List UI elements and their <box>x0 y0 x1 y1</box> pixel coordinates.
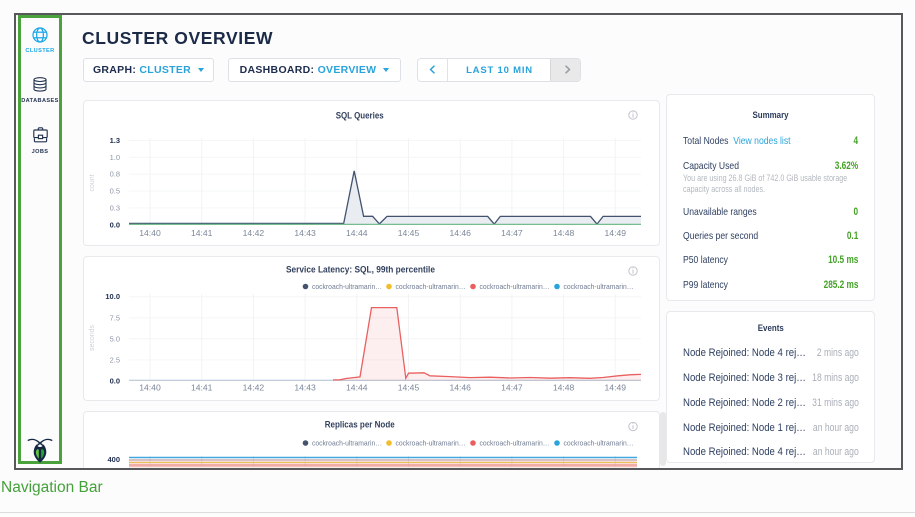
svg-text:14:48: 14:48 <box>553 228 575 238</box>
svg-text:cockroach-ultramarin…: cockroach-ultramarin… <box>564 439 634 448</box>
svg-text:14:44: 14:44 <box>346 228 368 238</box>
svg-text:14:42: 14:42 <box>243 383 265 393</box>
svg-text:14:40: 14:40 <box>139 383 161 393</box>
svg-text:cockroach-ultramarin…: cockroach-ultramarin… <box>480 282 550 291</box>
svg-text:10.0: 10.0 <box>105 292 120 301</box>
svg-text:14:44: 14:44 <box>346 383 368 393</box>
svg-text:cockroach-ultramarin…: cockroach-ultramarin… <box>564 282 634 291</box>
svg-text:14:49: 14:49 <box>605 228 627 238</box>
svg-text:14:48: 14:48 <box>553 383 575 393</box>
svg-text:0.0: 0.0 <box>110 220 120 229</box>
svg-text:cockroach-ultramarin…: cockroach-ultramarin… <box>396 439 466 448</box>
svg-text:0.8: 0.8 <box>110 170 120 179</box>
svg-text:14:46: 14:46 <box>449 383 471 393</box>
svg-text:seconds: seconds <box>89 324 96 351</box>
svg-text:cockroach-ultramarin…: cockroach-ultramarin… <box>312 439 382 448</box>
svg-text:14:49: 14:49 <box>605 383 627 393</box>
svg-text:0.3: 0.3 <box>110 203 120 212</box>
svg-text:14:42: 14:42 <box>243 228 265 238</box>
svg-text:0.5: 0.5 <box>110 187 120 196</box>
svg-text:14:41: 14:41 <box>191 228 213 238</box>
svg-text:14:47: 14:47 <box>501 228 523 238</box>
svg-text:14:41: 14:41 <box>191 383 213 393</box>
svg-text:400: 400 <box>107 455 120 464</box>
svg-text:1.0: 1.0 <box>110 153 120 162</box>
svg-text:2.5: 2.5 <box>110 355 120 364</box>
svg-text:0.0: 0.0 <box>110 376 120 385</box>
svg-text:cockroach-ultramarin…: cockroach-ultramarin… <box>480 439 550 448</box>
svg-text:14:45: 14:45 <box>398 228 420 238</box>
svg-text:SQL Queries: SQL Queries <box>336 110 384 121</box>
svg-text:14:47: 14:47 <box>501 383 523 393</box>
svg-text:cockroach-ultramarin…: cockroach-ultramarin… <box>396 282 466 291</box>
svg-text:1.3: 1.3 <box>110 136 120 145</box>
svg-text:Service Latency: SQL, 99th per: Service Latency: SQL, 99th percentile <box>286 265 435 276</box>
svg-text:Replicas per Node: Replicas per Node <box>325 420 395 431</box>
svg-text:5.0: 5.0 <box>110 334 120 343</box>
svg-text:14:43: 14:43 <box>294 228 316 238</box>
svg-text:14:46: 14:46 <box>449 228 471 238</box>
svg-text:14:40: 14:40 <box>139 228 161 238</box>
svg-text:count: count <box>89 174 96 191</box>
svg-text:14:45: 14:45 <box>398 383 420 393</box>
svg-text:14:43: 14:43 <box>294 383 316 393</box>
svg-text:cockroach-ultramarin…: cockroach-ultramarin… <box>312 282 382 291</box>
svg-text:7.5: 7.5 <box>110 313 120 322</box>
